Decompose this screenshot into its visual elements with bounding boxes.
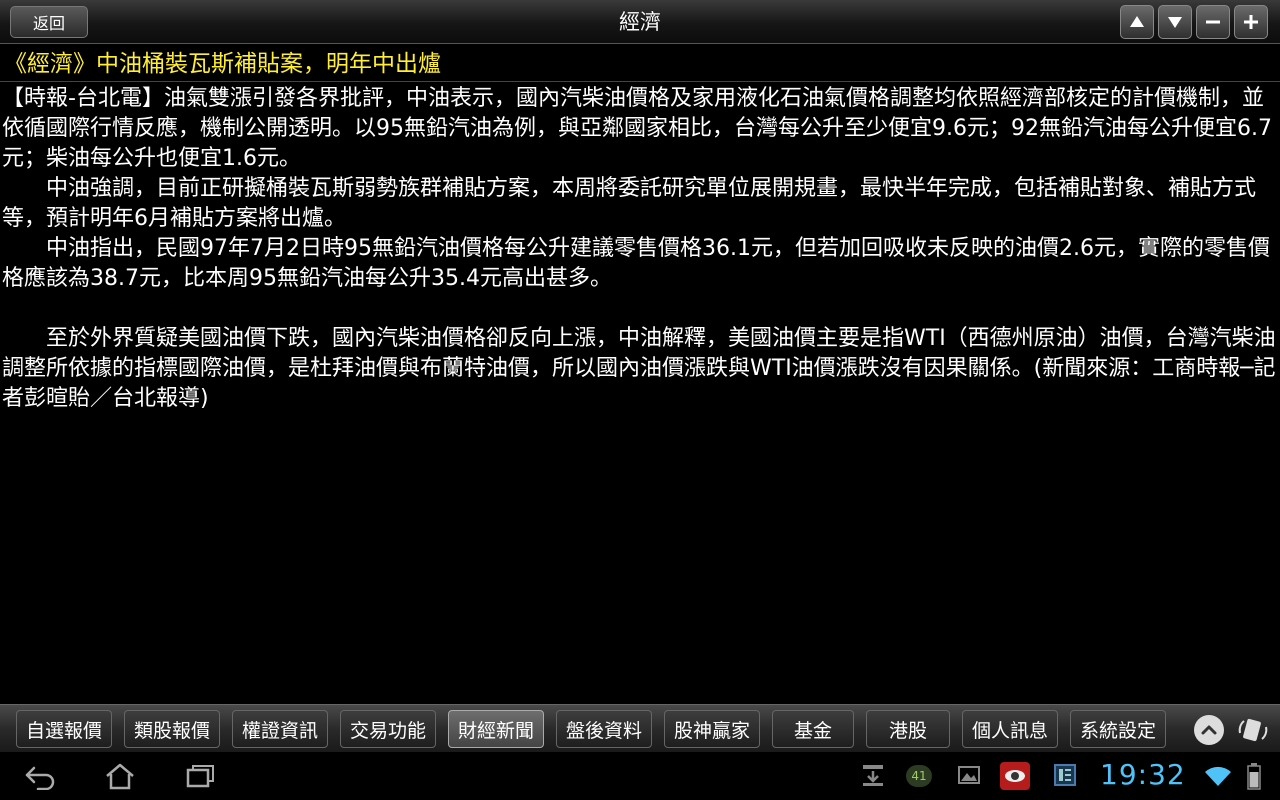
top-bar: 返回 經濟: [0, 0, 1280, 44]
article-paragraph: 至於外界質疑美國油價下跌，國內汽柴油價格卻反向上漲，中油解釋，美國油價主要是指W…: [2, 326, 1276, 411]
battery-icon: [1247, 763, 1261, 790]
article-body: 【時報-台北電】油氣雙漲引發各界批評，中油表示，國內汽柴油價格及家用液化石油氣價…: [2, 84, 1278, 702]
status-clock: 19:32: [1100, 758, 1186, 791]
minus-icon: [1206, 20, 1220, 24]
tab-personal-messages[interactable]: 個人訊息: [962, 710, 1058, 748]
tab-stock-winner[interactable]: 股神贏家: [664, 710, 760, 748]
tab-watchlist[interactable]: 自選報價: [16, 710, 112, 748]
wifi-icon: [1205, 766, 1231, 786]
back-button[interactable]: 返回: [10, 6, 88, 38]
collapse-menu-button[interactable]: [1194, 715, 1224, 745]
font-increase-button[interactable]: [1234, 5, 1268, 39]
system-nav-bar: 41 19:32: [0, 752, 1280, 800]
news-app-icon[interactable]: [1052, 762, 1078, 788]
page-title: 經濟: [619, 10, 661, 34]
tab-hk-stocks[interactable]: 港股: [866, 710, 950, 748]
tab-warrant-info[interactable]: 權證資訊: [232, 710, 328, 748]
home-icon[interactable]: [104, 762, 136, 790]
news-headline: 《經濟》中油桶裝瓦斯補貼案，明年中出爐: [0, 46, 1280, 82]
chevron-up-icon: [1201, 725, 1217, 735]
download-icon[interactable]: [860, 762, 886, 788]
triangle-up-icon: [1130, 16, 1144, 27]
rotate-icon: [1238, 718, 1268, 742]
recent-apps-icon[interactable]: [184, 762, 216, 790]
gallery-icon[interactable]: [956, 762, 982, 788]
font-decrease-button[interactable]: [1196, 5, 1230, 39]
notification-badge[interactable]: 41: [906, 765, 932, 787]
tab-funds[interactable]: 基金: [772, 710, 854, 748]
article-paragraph: 中油指出，民國97年7月2日時95無鉛汽油價格每公升建議零售價格36.1元，但若…: [2, 236, 1270, 291]
triangle-down-icon: [1168, 17, 1182, 28]
bottom-tab-bar: 自選報價 類股報價 權證資訊 交易功能 財經新聞 盤後資料 股神贏家 基金 港股…: [0, 704, 1280, 752]
app-notification-icon[interactable]: [998, 760, 1032, 792]
article-paragraph: 【時報-台北電】油氣雙漲引發各界批評，中油表示，國內汽柴油價格及家用液化石油氣價…: [2, 86, 1272, 171]
tab-financial-news[interactable]: 財經新聞: [448, 710, 544, 748]
scroll-up-button[interactable]: [1120, 5, 1154, 39]
tab-trading[interactable]: 交易功能: [340, 710, 436, 748]
tab-system-settings[interactable]: 系統設定: [1070, 710, 1166, 748]
scroll-down-button[interactable]: [1158, 5, 1192, 39]
rotate-screen-button[interactable]: [1236, 713, 1270, 747]
article-paragraph: 中油強調，目前正研擬桶裝瓦斯弱勢族群補貼方案，本周將委託研究單位展開規畫，最快半…: [2, 176, 1257, 231]
tab-after-hours[interactable]: 盤後資料: [556, 710, 652, 748]
back-nav-icon[interactable]: [24, 762, 56, 790]
plus-icon: [1244, 15, 1258, 29]
tab-sector-quotes[interactable]: 類股報價: [124, 710, 220, 748]
